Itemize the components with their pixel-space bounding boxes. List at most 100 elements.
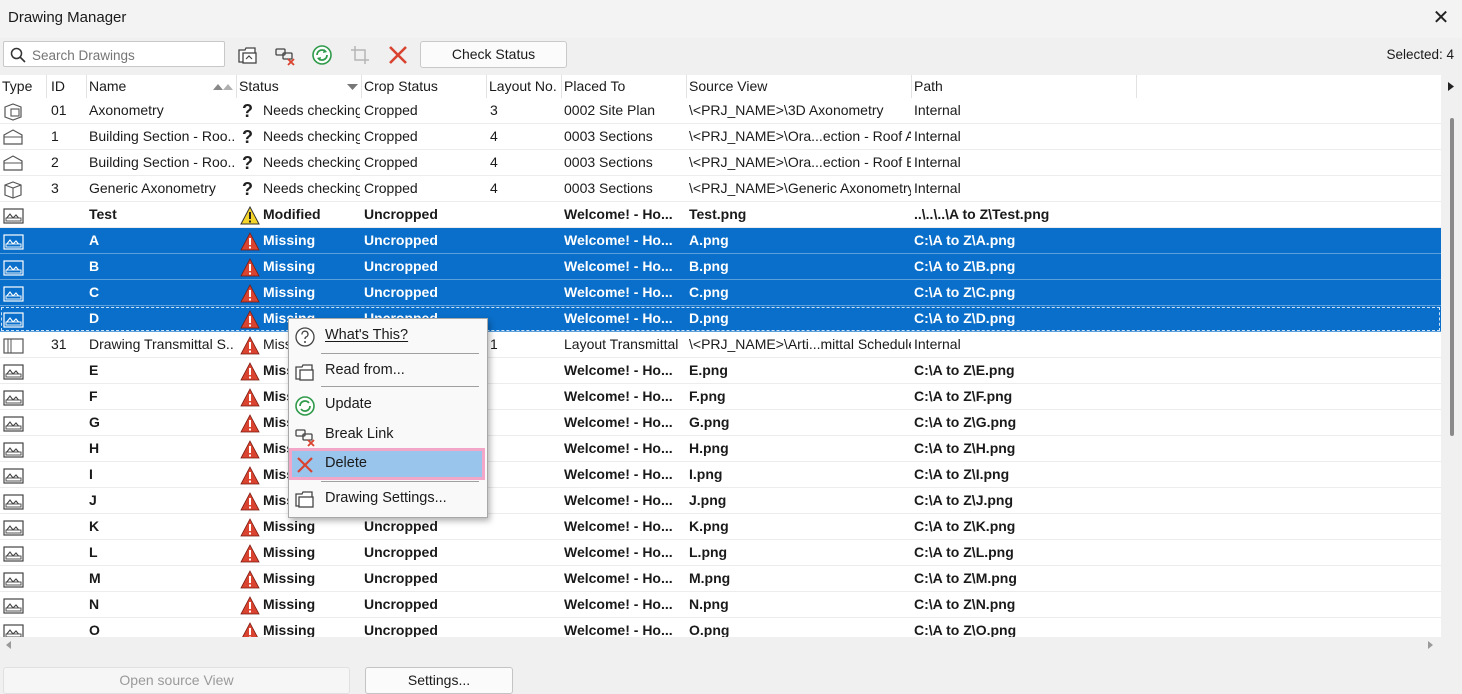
cell-id [51,514,85,539]
settings-button[interactable]: Settings... [365,667,513,694]
delete-button[interactable] [384,41,412,69]
table-header: Type ID Name Status Crop Status Layout N… [0,75,1441,98]
read-from-icon [238,47,257,64]
column-header-source-view[interactable]: Source View [687,75,912,98]
search-input[interactable] [30,44,224,66]
table-row[interactable]: EMissingUncroppedWelcome! - Ho...E.pngC:… [0,358,1441,384]
table-row[interactable]: 1 Building Section - Roo...? Needs checkin… [0,124,1441,150]
image-type-icon [3,390,24,406]
cell-name: O [89,622,100,637]
menu-item-drawing-settings[interactable]: Drawing Settings... [291,485,483,513]
image-type-icon [3,520,24,536]
menu-item-break-link[interactable]: Break Link [291,421,483,449]
generic-type-icon [4,181,22,199]
table-row[interactable]: GMissingUncroppedWelcome! - Ho...G.pngC:… [0,410,1441,436]
column-header-status-label: Status [239,78,279,94]
search-box[interactable] [3,41,225,67]
table-row[interactable]: M Missing Uncropped Welcome! - Ho... M.png C:… [0,566,1441,592]
cell-layout [490,462,560,487]
check-status-button[interactable]: Check Status [420,41,567,68]
image-type-icon [3,572,24,588]
column-header-path[interactable]: Path [912,75,1137,98]
table-row[interactable]: 2 Building Section - Roo...? Needs checkin… [0,150,1441,176]
table-row[interactable]: IMissingUncroppedWelcome! - Ho...I.pngC:… [0,462,1441,488]
warning-icon [240,595,260,615]
cell-name: Test [89,206,117,222]
menu-item-update[interactable]: Update [291,391,483,419]
column-header-layout-no[interactable]: Layout No. [487,75,562,98]
cell-name: N [89,596,100,612]
horizontal-scrollbar[interactable] [0,637,1441,653]
update-icon [295,396,315,416]
menu-item-whats-this[interactable]: What's This? [291,322,483,350]
scroll-right-arrow-icon[interactable] [1448,82,1454,91]
table-row[interactable]: Test Modified Uncropped Welcome! - Ho... Tes… [0,202,1441,228]
cell-id [51,384,85,409]
scroll-left-arrow-icon[interactable] [6,641,11,649]
cell-layout [490,202,560,227]
menu-item-label: What's This? [325,327,409,343]
menu-item-delete[interactable]: Delete [289,448,485,480]
warning-icon [242,621,258,637]
warning-icon [240,335,260,355]
table-row[interactable]: JMissingUncroppedWelcome! - Ho...J.pngC:… [0,488,1441,514]
cell-source: E.png [689,362,728,378]
cell-path: C:\A to Z\I.png [914,466,1010,482]
context-menu: What's This? Read from... Update Break L… [288,318,488,518]
menu-item-label: Read from... [325,362,405,378]
table-row[interactable]: K Missing Uncropped Welcome! - Ho... K.png C:… [0,514,1441,540]
column-header-type[interactable]: Type [0,75,47,98]
cell-name: L [89,544,98,560]
cell-layout [490,514,560,539]
warning-icon [240,491,260,511]
cell-id: 3 [51,180,59,196]
cell-name: E [89,362,99,378]
break-link-button[interactable] [271,41,299,69]
cell-source: A.png [689,232,729,248]
table-row[interactable]: A Missing Uncropped Welcome! - Ho... A.png C:… [0,228,1441,254]
warning-icon [240,205,260,225]
column-header-placed-to[interactable]: Placed To [562,75,687,98]
section-type-icon [3,129,23,145]
update-button[interactable] [308,41,336,69]
column-header-id[interactable]: ID [47,75,87,98]
table-row[interactable]: B Missing Uncropped Welcome! - Ho... B.png C:… [0,254,1441,280]
vertical-scroll-thumb[interactable] [1450,118,1454,436]
cell-status: Missing [240,618,360,637]
table-row[interactable]: C Missing Uncropped Welcome! - Ho... C.png C:… [0,280,1441,306]
cell-crop: Uncropped [364,596,438,612]
table-row[interactable]: O Missing Uncropped Welcome! - Ho... O.png C:… [0,618,1441,637]
break-link-icon [275,48,295,66]
warning-icon [240,517,260,537]
table-row[interactable]: L Missing Uncropped Welcome! - Ho... L.png C:… [0,540,1441,566]
cell-source: \<PRJ_NAME>\3D Axonometry [689,102,884,118]
table-row[interactable]: 3 Generic Axonometry? Needs checking Croppe… [0,176,1441,202]
cell-source: I.png [689,466,723,482]
table-row[interactable]: DMissingUncroppedWelcome! - Ho...D.pngC:… [0,306,1441,332]
read-from-button[interactable] [234,41,262,69]
warning-icon [240,387,260,407]
image-type-icon [3,416,24,432]
close-button[interactable]: ✕ [1428,4,1454,32]
image-type-icon [3,234,24,250]
cell-layout [490,358,560,383]
question-icon: ? [242,154,253,173]
table-row[interactable]: 31 Drawing Transmittal S... Missing 1 Layout… [0,332,1441,358]
menu-item-read-from[interactable]: Read from... [291,357,483,385]
warning-icon [240,257,260,277]
column-header-status[interactable]: Status [237,75,362,98]
scroll-right-arrow-icon[interactable] [1428,641,1433,649]
table-row[interactable]: N Missing Uncropped Welcome! - Ho... N.png C:… [0,592,1441,618]
crop-button [346,41,374,69]
table-row[interactable]: HMissingUncroppedWelcome! - Ho...H.pngC:… [0,436,1441,462]
column-header-name[interactable]: Name [87,75,237,98]
cell-id [51,228,85,253]
cell-path: C:\A to Z\C.png [914,284,1016,300]
cell-placed: 0003 Sections [564,154,653,170]
column-header-crop-status[interactable]: Crop Status [362,75,487,98]
cell-status: Modified [240,202,360,227]
table-row[interactable]: FMissingUncroppedWelcome! - Ho...F.pngC:… [0,384,1441,410]
help-icon [295,327,315,347]
table-row[interactable]: 01 Axonometry? Needs checking Cropped 3 0002 … [0,98,1441,124]
cell-layout [490,592,560,617]
